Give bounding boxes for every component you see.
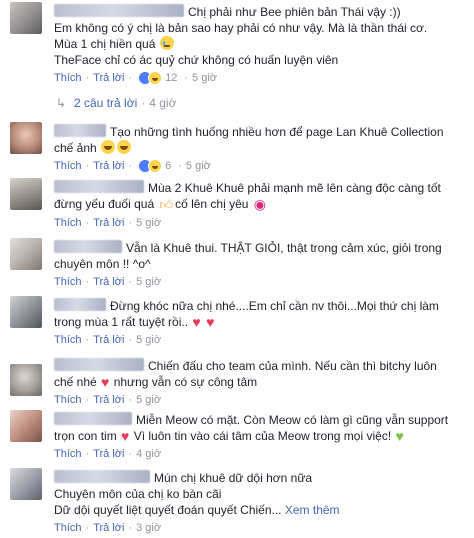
laugh-emoji-icon: [117, 140, 132, 154]
comment-text: TheFace chỉ có ác quỷ chứ không có huấn …: [54, 53, 339, 67]
commenter-name[interactable]: [54, 124, 106, 137]
comment-text: Mún chị khuê dữ dội hơn nữa: [154, 471, 313, 485]
like-link[interactable]: Thích: [54, 332, 82, 348]
comment-time[interactable]: 5 giờ: [136, 332, 161, 348]
like-link[interactable]: Thích: [54, 215, 82, 231]
comment-text: Em không có ý chị là bản sao hay phải có…: [54, 21, 428, 35]
comment-actions: Thích · Trả lời · 5 giờ: [54, 274, 162, 290]
laugh-emoji-icon: [101, 140, 116, 154]
comment-text: Mùa 1 chị hiền quá: [54, 37, 156, 51]
thumbs-up-emoji-icon: 👍︎: [159, 197, 174, 212]
commenter-name[interactable]: [54, 358, 144, 371]
see-more-link[interactable]: Xem thêm: [285, 503, 340, 517]
comment-time[interactable]: 5 giờ: [136, 274, 161, 290]
avatar[interactable]: [10, 410, 42, 442]
comment-time[interactable]: 4 giờ: [136, 446, 161, 462]
reply-arrow-icon: ↳: [56, 96, 67, 110]
avatar[interactable]: [10, 296, 42, 328]
comment-time[interactable]: 5 giờ: [136, 392, 161, 408]
reply-link[interactable]: Trả lời: [93, 332, 124, 348]
comment-text: Chuyên môn của chị ko bàn cãi: [54, 487, 222, 501]
haha-reaction-icon: [148, 159, 163, 173]
comment-text: trong mùa 1 rất tuyệt rồi..: [54, 315, 189, 329]
avatar[interactable]: [10, 364, 42, 396]
comment-text: Vì luôn tin vào cái tâm của Meow trong m…: [133, 429, 392, 443]
comment-actions: Thích · Trả lời · 4 giờ: [54, 446, 162, 462]
comment-text: cố lên chị yêu: [175, 197, 249, 211]
kiss-lips-emoji-icon: ◉: [253, 196, 267, 212]
red-heart-icon: ♥: [121, 428, 130, 444]
comment-text: Miễn Meow có mặt. Còn Meow có làm gì cũn…: [136, 413, 449, 427]
replies-time: 4 giờ: [149, 96, 177, 110]
comment-time[interactable]: 5 giờ: [192, 70, 217, 86]
reaction-summary[interactable]: 12: [138, 70, 177, 86]
comment-actions: Thích · Trả lời · 6 · 5 giờ: [54, 158, 211, 174]
comment-text: Đừng khóc nữa chị nhé....Em chỉ cần nv t…: [110, 299, 439, 313]
comment-text: Vẫn là Khuê thui. THẬT GIỎI, thật trong …: [126, 241, 442, 255]
commenter-name[interactable]: [54, 470, 150, 483]
like-link[interactable]: Thích: [54, 70, 82, 86]
comment-text: Dữ dội quyết liệt quyết đoán quyết Chiến…: [54, 503, 282, 517]
comment-text: chế nhé: [54, 375, 97, 389]
reply-link[interactable]: Trả lời: [93, 274, 124, 290]
comment-text: nhưng vẫn có sự công tâm: [113, 375, 258, 389]
commenter-name[interactable]: [54, 240, 122, 253]
replies-count[interactable]: 2 câu trả lời: [74, 96, 137, 110]
cry-emoji-icon: [159, 36, 174, 50]
comment-text: đừng yếu đuối quá: [54, 197, 155, 211]
avatar[interactable]: [10, 468, 42, 500]
reply-link[interactable]: Trả lời: [93, 392, 124, 408]
like-link[interactable]: Thích: [54, 274, 82, 290]
comment-text: Mùa 2 Khuê Khuê phải mạnh mẽ lên càng độ…: [148, 181, 441, 195]
comment-text: trọn con tim: [54, 429, 117, 443]
like-link[interactable]: Thích: [54, 446, 82, 462]
comment-actions: Thích · Trả lời · 5 giờ: [54, 215, 162, 231]
reply-link[interactable]: Trả lời: [93, 520, 124, 536]
comment-time[interactable]: 5 giờ: [136, 215, 161, 231]
comment-actions: Thích · Trả lời · 12 · 5 giờ: [54, 70, 217, 86]
reply-link[interactable]: Trả lời: [93, 70, 124, 86]
green-heart-icon: ♥: [395, 428, 404, 444]
like-link[interactable]: Thích: [54, 392, 82, 408]
comment-text: Tạo những tình huống nhiều hơn để page L…: [110, 125, 444, 139]
comment-time[interactable]: 5 giờ: [186, 158, 211, 174]
comment-time[interactable]: 3 giờ: [136, 520, 161, 536]
comment-actions: Thích · Trả lời · 3 giờ: [54, 520, 162, 536]
commenter-name[interactable]: [54, 180, 144, 193]
avatar[interactable]: [10, 2, 42, 34]
avatar[interactable]: [10, 122, 42, 154]
comment-text: Chị phải như Bee phiên bản Thái vậy :)): [188, 5, 401, 19]
red-heart-icon: ♥: [206, 314, 215, 330]
red-heart-icon: ♥: [192, 314, 201, 330]
haha-reaction-icon: [148, 71, 163, 85]
red-heart-icon: ♥: [101, 374, 110, 390]
avatar[interactable]: [10, 178, 42, 210]
replies-toggle[interactable]: ↳ 2 câu trả lời · 4 giờ: [56, 96, 176, 110]
commenter-name[interactable]: [54, 412, 132, 425]
comment-actions: Thích · Trả lời · 5 giờ: [54, 332, 162, 348]
reply-link[interactable]: Trả lời: [93, 215, 124, 231]
comment-actions: Thích · Trả lời · 5 giờ: [54, 392, 162, 408]
commenter-name[interactable]: [54, 4, 184, 17]
reaction-summary[interactable]: 6: [138, 158, 171, 174]
comment-text: Chiến đấu cho team của mình. Nếu cần thì…: [148, 359, 437, 373]
reply-link[interactable]: Trả lời: [93, 446, 124, 462]
comment-text: chuyên môn !! ^o^: [54, 257, 151, 271]
like-link[interactable]: Thích: [54, 158, 82, 174]
reply-link[interactable]: Trả lời: [93, 158, 124, 174]
comment-text: chế ảnh: [54, 141, 97, 155]
commenter-name[interactable]: [54, 298, 106, 311]
like-link[interactable]: Thích: [54, 520, 82, 536]
avatar[interactable]: [10, 238, 42, 270]
